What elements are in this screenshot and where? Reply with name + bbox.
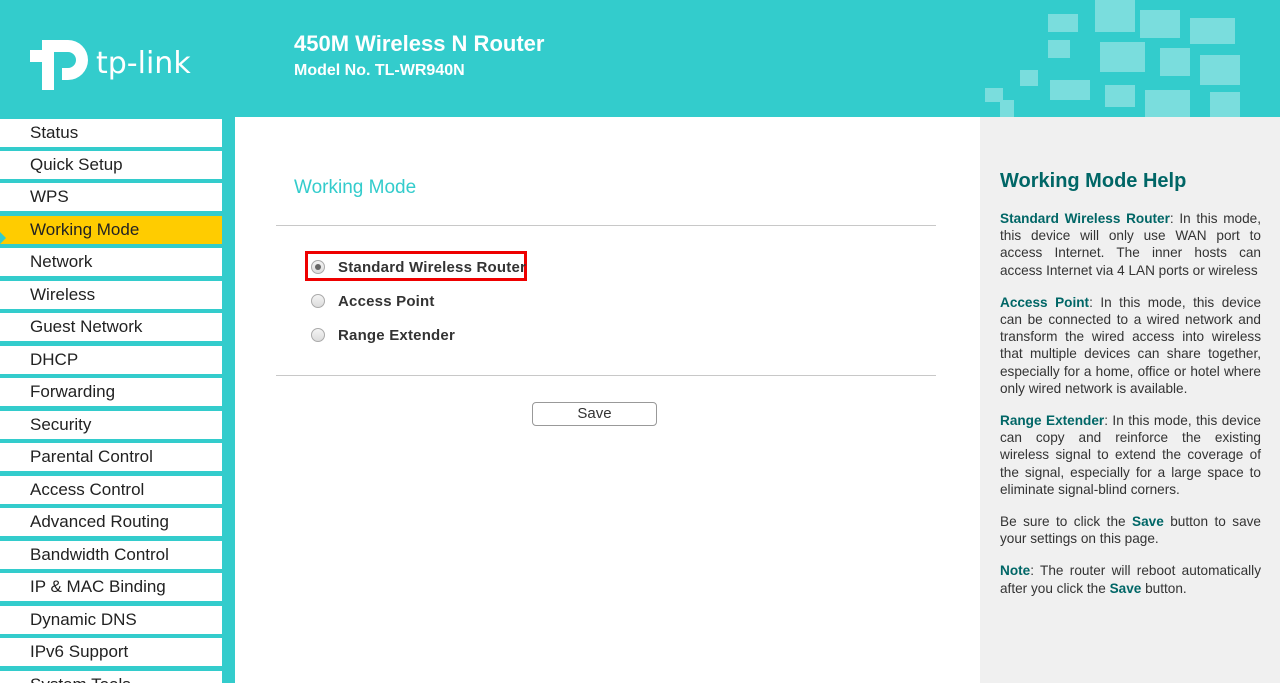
sidebar-item-quick-setup[interactable]: Quick Setup xyxy=(0,151,222,179)
help-body: Standard Wireless Router: In this mode, … xyxy=(1000,210,1261,612)
help-term: Note xyxy=(1000,563,1031,579)
sidebar-item-system-tools[interactable]: System Tools xyxy=(0,671,222,683)
help-term: Save xyxy=(1132,514,1164,530)
sidebar-item-network[interactable]: Network xyxy=(0,248,222,276)
option-range-extender[interactable]: Range Extender xyxy=(311,325,455,345)
help-term: Standard Wireless Router xyxy=(1000,211,1170,226)
help-text: button. xyxy=(1141,580,1187,596)
help-paragraph: Access Point: In this mode, this device … xyxy=(1000,294,1261,397)
decorative-pattern-icon xyxy=(985,0,1240,117)
model-number: Model No. TL-WR940N xyxy=(294,62,465,79)
help-paragraph: Standard Wireless Router: In this mode, … xyxy=(1000,210,1261,279)
option-standard-wireless-router[interactable]: Standard Wireless Router xyxy=(311,257,526,277)
radio-standard-wireless-router[interactable] xyxy=(311,260,325,274)
sidebar-nav: Status Quick Setup WPS Working Mode Netw… xyxy=(0,117,235,683)
sidebar-item-forwarding[interactable]: Forwarding xyxy=(0,378,222,406)
header-banner: tp-link 450M Wireless N Router Model No.… xyxy=(0,0,1280,117)
help-paragraph: Note: The router will reboot automatical… xyxy=(1000,562,1261,596)
divider-bottom xyxy=(276,375,936,376)
help-panel: Working Mode Help Standard Wireless Rout… xyxy=(980,117,1280,683)
radio-range-extender[interactable] xyxy=(311,328,325,342)
sidebar-item-advanced-routing[interactable]: Advanced Routing xyxy=(0,508,222,536)
help-term: Access Point xyxy=(1000,294,1090,310)
help-title: Working Mode Help xyxy=(1000,170,1187,192)
sidebar-item-status[interactable]: Status xyxy=(0,119,222,147)
help-term: Save xyxy=(1109,580,1142,596)
sidebar-item-working-mode[interactable]: Working Mode xyxy=(0,216,222,246)
sidebar-item-security[interactable]: Security xyxy=(0,411,222,439)
sidebar-item-dynamic-dns[interactable]: Dynamic DNS xyxy=(0,606,222,634)
sidebar-item-ipv6-support[interactable]: IPv6 Support xyxy=(0,638,222,666)
sidebar-item-access-control[interactable]: Access Control xyxy=(0,476,222,504)
help-text: Be sure to click the xyxy=(1000,514,1133,530)
sidebar-item-ip-mac-binding[interactable]: IP & MAC Binding xyxy=(0,573,222,601)
option-access-point[interactable]: Access Point xyxy=(311,291,435,311)
brand-wordmark: tp-link xyxy=(96,46,191,81)
divider-top xyxy=(276,225,936,226)
help-paragraph: Range Extender: In this mode, this devic… xyxy=(1000,412,1261,498)
save-button[interactable]: Save xyxy=(532,402,657,426)
sidebar-item-wps[interactable]: WPS xyxy=(0,183,222,211)
option-label: Range Extender xyxy=(338,326,455,344)
page-title: Working Mode xyxy=(294,177,417,198)
help-term: Range Extender xyxy=(1000,413,1105,429)
sidebar-item-guest-network[interactable]: Guest Network xyxy=(0,313,222,341)
sidebar-item-wireless[interactable]: Wireless xyxy=(0,281,222,309)
product-title: 450M Wireless N Router xyxy=(294,31,545,56)
help-paragraph: Be sure to click the Save button to save… xyxy=(1000,513,1261,547)
main-content: Working Mode Standard Wireless Router Ac… xyxy=(235,117,980,683)
sidebar-item-bandwidth-control[interactable]: Bandwidth Control xyxy=(0,541,222,569)
radio-access-point[interactable] xyxy=(311,294,325,308)
option-label: Access Point xyxy=(338,292,435,310)
sidebar-item-parental-control[interactable]: Parental Control xyxy=(0,443,222,471)
option-label: Standard Wireless Router xyxy=(338,258,527,276)
sidebar-item-dhcp[interactable]: DHCP xyxy=(0,346,222,374)
